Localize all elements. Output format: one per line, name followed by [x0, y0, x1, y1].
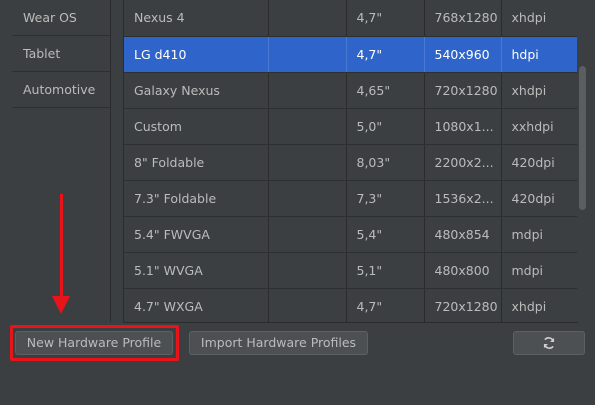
cell-density: 420dpi [501, 180, 578, 217]
cell-empty [268, 180, 347, 217]
cell-density: 420dpi [501, 144, 578, 181]
cell-name: 5.1" WVGA [124, 252, 269, 289]
cell-size: 4,7" [346, 0, 425, 37]
cell-empty [268, 36, 347, 73]
cell-name: 5.4" FWVGA [124, 216, 269, 253]
cell-empty [268, 252, 347, 289]
device-table: Nexus 4 4,7" 768x1280 xhdpi LG d410 4,7" 540x9… [123, 0, 578, 323]
cell-resolution: 720x1280 [424, 72, 502, 109]
scrollbar-thumb[interactable] [579, 66, 586, 210]
cell-empty [268, 72, 347, 109]
cell-empty [268, 216, 347, 253]
vertical-scrollbar[interactable] [577, 0, 587, 322]
cell-resolution: 480x854 [424, 216, 502, 253]
import-hardware-profiles-button[interactable]: Import Hardware Profiles [189, 331, 368, 355]
category-item-wear-os[interactable]: Wear OS [12, 0, 110, 36]
cell-name: Galaxy Nexus [124, 72, 269, 109]
annotation-arrow-line [60, 194, 63, 300]
cell-density: mdpi [501, 216, 578, 253]
category-item-tablet[interactable]: Tablet [12, 36, 110, 72]
table-row[interactable]: LG d410 4,7" 540x960 hdpi [124, 36, 578, 73]
cell-name: LG d410 [124, 36, 269, 73]
cell-empty [268, 108, 347, 145]
cell-resolution: 1536x2... [424, 180, 502, 217]
cell-density: xhdpi [501, 0, 578, 37]
annotation-arrow-head [52, 296, 70, 314]
cell-empty [268, 288, 347, 322]
cell-density: xhdpi [501, 288, 578, 322]
cell-resolution: 1080x1... [424, 108, 502, 145]
cell-density: xhdpi [501, 72, 578, 109]
cell-name: Custom [124, 108, 269, 145]
cell-density: xxhdpi [501, 108, 578, 145]
cell-density: mdpi [501, 252, 578, 289]
cell-size: 4,7" [346, 36, 425, 73]
cell-size: 4,65" [346, 72, 425, 109]
cell-size: 7,3" [346, 180, 425, 217]
refresh-button[interactable] [513, 331, 585, 355]
cell-name: 7.3" Foldable [124, 180, 269, 217]
cell-resolution: 768x1280 [424, 0, 502, 37]
cell-size: 5,4" [346, 216, 425, 253]
table-row[interactable]: 4.7" WXGA 4,7" 720x1280 xhdpi [124, 288, 578, 322]
table-row[interactable]: 7.3" Foldable 7,3" 1536x2... 420dpi [124, 180, 578, 217]
cell-name: Nexus 4 [124, 0, 269, 37]
table-row[interactable]: Custom 5,0" 1080x1... xxhdpi [124, 108, 578, 145]
table-row[interactable]: 8" Foldable 8,03" 2200x2... 420dpi [124, 144, 578, 181]
table-row[interactable]: 5.4" FWVGA 5,4" 480x854 mdpi [124, 216, 578, 253]
refresh-icon [543, 337, 555, 349]
cell-size: 4,7" [346, 288, 425, 322]
table-row[interactable]: Nexus 4 4,7" 768x1280 xhdpi [124, 0, 578, 37]
cell-density: hdpi [501, 36, 578, 73]
category-item-automotive[interactable]: Automotive [12, 72, 110, 108]
cell-size: 8,03" [346, 144, 425, 181]
table-row[interactable]: Galaxy Nexus 4,65" 720x1280 xhdpi [124, 72, 578, 109]
cell-resolution: 2200x2... [424, 144, 502, 181]
cell-size: 5,0" [346, 108, 425, 145]
cell-size: 5,1" [346, 252, 425, 289]
table-row[interactable]: 5.1" WVGA 5,1" 480x800 mdpi [124, 252, 578, 289]
cell-resolution: 480x800 [424, 252, 502, 289]
cell-empty [268, 144, 347, 181]
cell-resolution: 720x1280 [424, 288, 502, 322]
cell-name: 8" Foldable [124, 144, 269, 181]
cell-name: 4.7" WXGA [124, 288, 269, 322]
cell-empty [268, 0, 347, 37]
cell-resolution: 540x960 [424, 36, 502, 73]
annotation-highlight-box [10, 325, 179, 361]
